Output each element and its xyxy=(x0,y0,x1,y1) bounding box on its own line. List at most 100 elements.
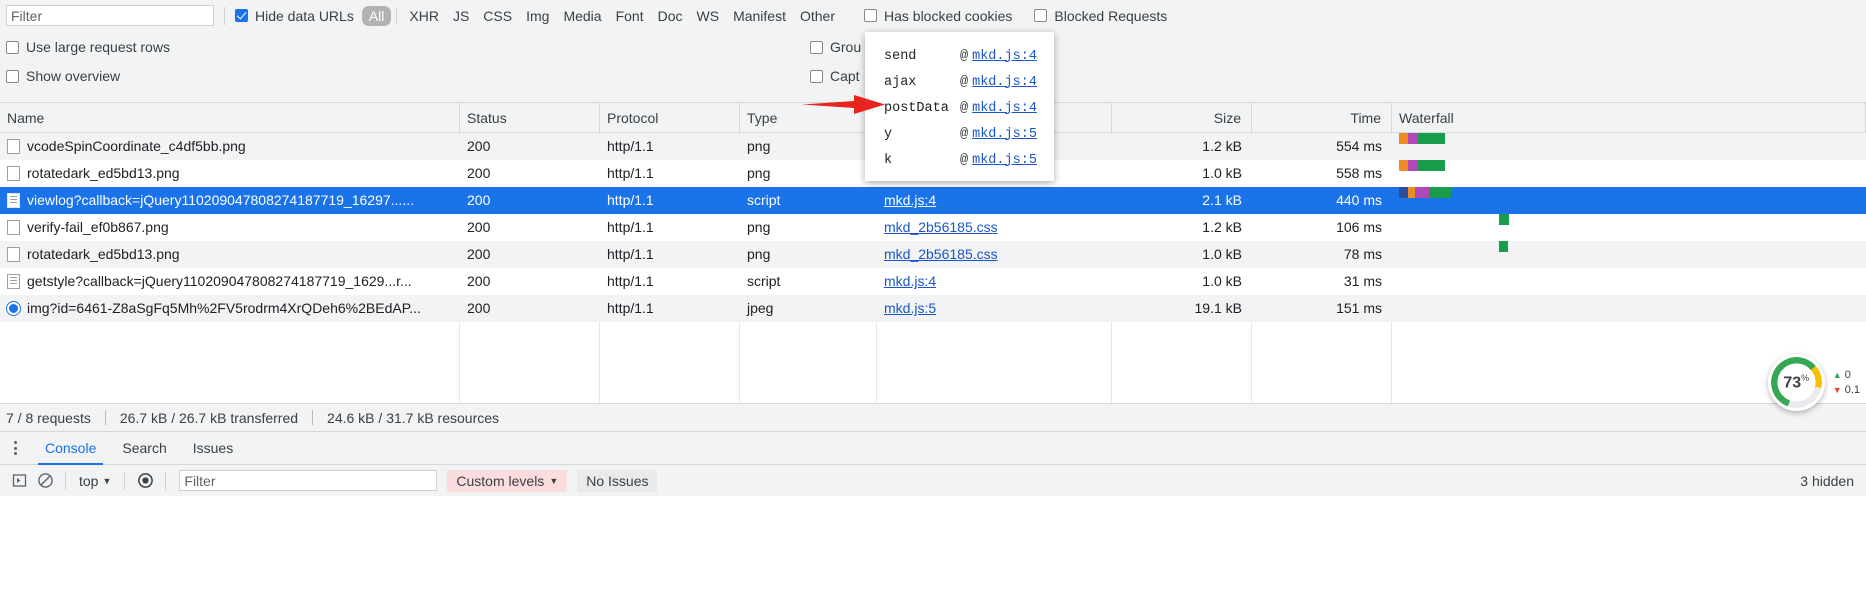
clear-console-icon[interactable] xyxy=(32,469,58,493)
no-issues-button[interactable]: No Issues xyxy=(577,469,658,492)
stack-frame-link[interactable]: mkd.js:4 xyxy=(972,75,1037,90)
request-status: 200 xyxy=(467,165,491,181)
type-filter-ws[interactable]: WS xyxy=(690,6,727,26)
type-filter-doc[interactable]: Doc xyxy=(651,6,690,26)
table-row[interactable]: viewlog?callback=jQuery11020904780827418… xyxy=(0,187,1866,214)
request-name-cell[interactable]: rotatedark_ed5bd13.png xyxy=(0,241,460,268)
console-settings-eye-icon[interactable] xyxy=(132,469,158,493)
type-filter-all[interactable]: All xyxy=(361,5,392,26)
blocked-requests-checkbox[interactable]: Blocked Requests xyxy=(1034,8,1167,24)
transferred-size: 26.7 kB / 26.7 kB transferred xyxy=(119,409,299,426)
network-filter-input[interactable]: Filter xyxy=(6,5,214,26)
request-initiator[interactable]: mkd.js:5 xyxy=(877,295,1112,322)
performance-gauge[interactable]: 73% xyxy=(1767,354,1825,411)
hidden-messages-count[interactable]: 3 hidden xyxy=(1800,473,1860,489)
execution-context-selector[interactable]: top ▼ xyxy=(73,473,117,489)
type-filter-css[interactable]: CSS xyxy=(476,6,519,26)
request-name: verify-fail_ef0b867.png xyxy=(27,219,169,235)
type-filter-js[interactable]: JS xyxy=(446,6,476,26)
has-blocked-cookies-label: Has blocked cookies xyxy=(884,7,1013,24)
checkbox-icon[interactable] xyxy=(6,69,19,83)
table-row[interactable]: img?id=6461-Z8aSgFq5Mh%2FV5rodrm4XrQDeh6… xyxy=(0,295,1866,322)
type-filter-manifest[interactable]: Manifest xyxy=(726,6,793,26)
stack-frame-function: y xyxy=(884,126,893,142)
request-type: png xyxy=(747,138,771,154)
request-initiator[interactable]: mkd.js:4 xyxy=(877,187,1112,214)
network-filter-toolbar: Filter Hide data URLs All XHR JS CSS Img… xyxy=(0,0,1866,31)
request-time: 31 ms xyxy=(1343,273,1382,289)
column-header-name[interactable]: Name xyxy=(0,102,460,133)
capture-screenshots-checkbox[interactable]: Capt xyxy=(810,68,861,84)
gauge-unit: % xyxy=(1801,372,1810,383)
initiator-link[interactable]: mkd_2b56185.css xyxy=(884,246,998,262)
waterfall-segment xyxy=(1408,133,1418,144)
request-initiator[interactable]: mkd_2b56185.css xyxy=(877,241,1112,268)
checkbox-icon[interactable] xyxy=(235,9,248,22)
show-overview-checkbox[interactable]: Show overview xyxy=(6,68,170,84)
group-by-frame-checkbox[interactable]: Grou xyxy=(810,39,861,55)
request-time: 554 ms xyxy=(1336,138,1382,154)
table-row[interactable]: getstyle?callback=jQuery1102090478082741… xyxy=(0,268,1866,295)
initiator-link[interactable]: mkd.js:4 xyxy=(884,273,936,289)
request-initiator[interactable]: mkd.js:4 xyxy=(877,268,1112,295)
column-header-protocol[interactable]: Protocol xyxy=(600,102,740,133)
stack-frame-link[interactable]: mkd.js:4 xyxy=(972,49,1037,64)
tab-console[interactable]: Console xyxy=(32,432,109,465)
table-row[interactable]: verify-fail_ef0b867.png 200 http/1.1 png… xyxy=(0,214,1866,241)
initiator-link[interactable]: mkd_2b56185.css xyxy=(884,219,998,235)
checkbox-icon[interactable] xyxy=(810,40,823,54)
request-name-cell[interactable]: vcodeSpinCoordinate_c4df5bb.png xyxy=(0,133,460,160)
waterfall-bar xyxy=(1499,214,1866,225)
stack-frame-link[interactable]: mkd.js:5 xyxy=(972,153,1037,168)
tab-issues[interactable]: Issues xyxy=(180,432,246,465)
type-filter-xhr[interactable]: XHR xyxy=(402,6,446,26)
request-status: 200 xyxy=(467,192,491,208)
checkbox-icon[interactable] xyxy=(6,40,19,54)
has-blocked-cookies-checkbox[interactable]: Has blocked cookies xyxy=(864,8,1012,24)
checkbox-icon[interactable] xyxy=(810,69,823,83)
use-large-request-rows-checkbox[interactable]: Use large request rows xyxy=(6,39,170,55)
waterfall-bar xyxy=(1499,241,1866,252)
type-filter-img[interactable]: Img xyxy=(519,6,556,26)
request-size: 2.1 kB xyxy=(1202,192,1242,208)
log-levels-dropdown[interactable]: Custom levels ▼ xyxy=(447,469,568,492)
request-initiator[interactable]: mkd_2b56185.css xyxy=(877,214,1112,241)
column-header-time[interactable]: Time xyxy=(1252,102,1392,133)
initiator-link[interactable]: mkd.js:4 xyxy=(884,192,936,208)
table-row[interactable]: rotatedark_ed5bd13.png 200 http/1.1 png … xyxy=(0,241,1866,268)
type-filter-font[interactable]: Font xyxy=(609,6,651,26)
request-waterfall xyxy=(1392,268,1866,295)
type-filter-media[interactable]: Media xyxy=(556,6,608,26)
waterfall-segment xyxy=(1408,160,1418,171)
stack-frame: ajax @ mkd.js:4 xyxy=(865,69,1054,95)
tab-search[interactable]: Search xyxy=(109,432,179,465)
performance-gauge-widget[interactable]: 73% ▲ 0 ▼ 0.1 xyxy=(1767,354,1860,411)
checkbox-icon[interactable] xyxy=(1034,9,1048,22)
column-header-status[interactable]: Status xyxy=(460,102,600,133)
waterfall-segment xyxy=(1418,160,1445,171)
request-name-cell[interactable]: viewlog?callback=jQuery11020904780827418… xyxy=(0,187,460,214)
request-type: script xyxy=(747,192,781,208)
request-name-cell[interactable]: img?id=6461-Z8aSgFq5Mh%2FV5rodrm4XrQDeh6… xyxy=(0,295,460,322)
stack-frame-link[interactable]: mkd.js:5 xyxy=(972,127,1037,142)
request-type: png xyxy=(747,219,771,235)
type-filter-other[interactable]: Other xyxy=(793,6,842,26)
request-name-cell[interactable]: verify-fail_ef0b867.png xyxy=(0,214,460,241)
column-header-size[interactable]: Size xyxy=(1112,102,1252,133)
request-waterfall xyxy=(1392,133,1866,160)
more-options-icon[interactable] xyxy=(4,437,26,459)
waterfall-segment xyxy=(1399,160,1408,171)
column-header-waterfall[interactable]: Waterfall xyxy=(1392,102,1866,133)
stack-frame-link[interactable]: mkd.js:4 xyxy=(972,101,1037,116)
file-icon xyxy=(7,166,20,181)
hide-data-urls-checkbox[interactable]: Hide data URLs xyxy=(235,8,354,24)
console-filter-input[interactable]: Filter xyxy=(179,470,438,491)
sidebar-toggle-icon[interactable] xyxy=(6,469,32,493)
stack-frame-function: send xyxy=(884,48,917,64)
initiator-link[interactable]: mkd.js:5 xyxy=(884,300,936,316)
request-name-cell[interactable]: getstyle?callback=jQuery1102090478082741… xyxy=(0,268,460,295)
stack-frame: postData @ mkd.js:4 xyxy=(865,95,1054,121)
request-name-cell[interactable]: rotatedark_ed5bd13.png xyxy=(0,160,460,187)
stack-frame: send @ mkd.js:4 xyxy=(865,43,1054,69)
checkbox-icon[interactable] xyxy=(864,9,877,22)
